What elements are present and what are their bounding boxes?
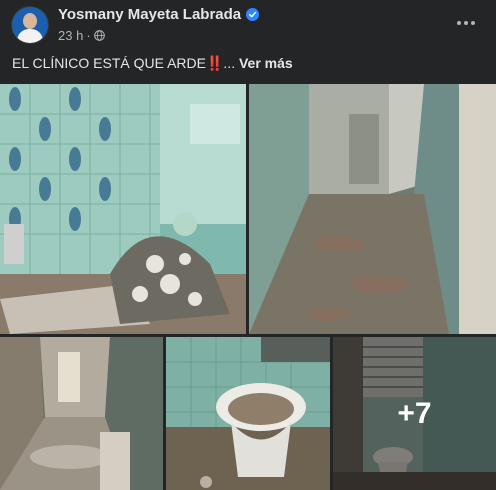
photo-3[interactable] (0, 337, 163, 490)
photo-1[interactable] (0, 84, 246, 334)
verified-badge-icon (246, 8, 260, 21)
post-text-main: EL CLÍNICO ESTÁ QUE ARDE (12, 55, 206, 71)
post-text: EL CLÍNICO ESTÁ QUE ARDE‼️... Ver más (12, 55, 293, 72)
post-header: Yosmany Mayeta Labrada 23 h · (0, 0, 496, 52)
post-meta: 23 h · (58, 28, 105, 43)
double-exclamation-emoji: ‼️ (205, 55, 224, 71)
more-options-icon[interactable] (454, 11, 478, 35)
avatar[interactable] (12, 7, 48, 43)
post-text-ellipsis: ... (223, 55, 236, 71)
globe-icon[interactable] (93, 30, 105, 41)
photo-5[interactable]: +7 (333, 337, 496, 490)
post-time[interactable]: 23 h (58, 28, 83, 43)
see-more-link[interactable]: Ver más (239, 55, 293, 71)
meta-separator: · (86, 28, 91, 43)
more-photos-count[interactable]: +7 (333, 337, 496, 490)
photo-4[interactable] (166, 337, 330, 490)
author-row: Yosmany Mayeta Labrada (58, 6, 260, 23)
photo-2[interactable] (249, 84, 496, 334)
author-name[interactable]: Yosmany Mayeta Labrada (58, 6, 241, 23)
